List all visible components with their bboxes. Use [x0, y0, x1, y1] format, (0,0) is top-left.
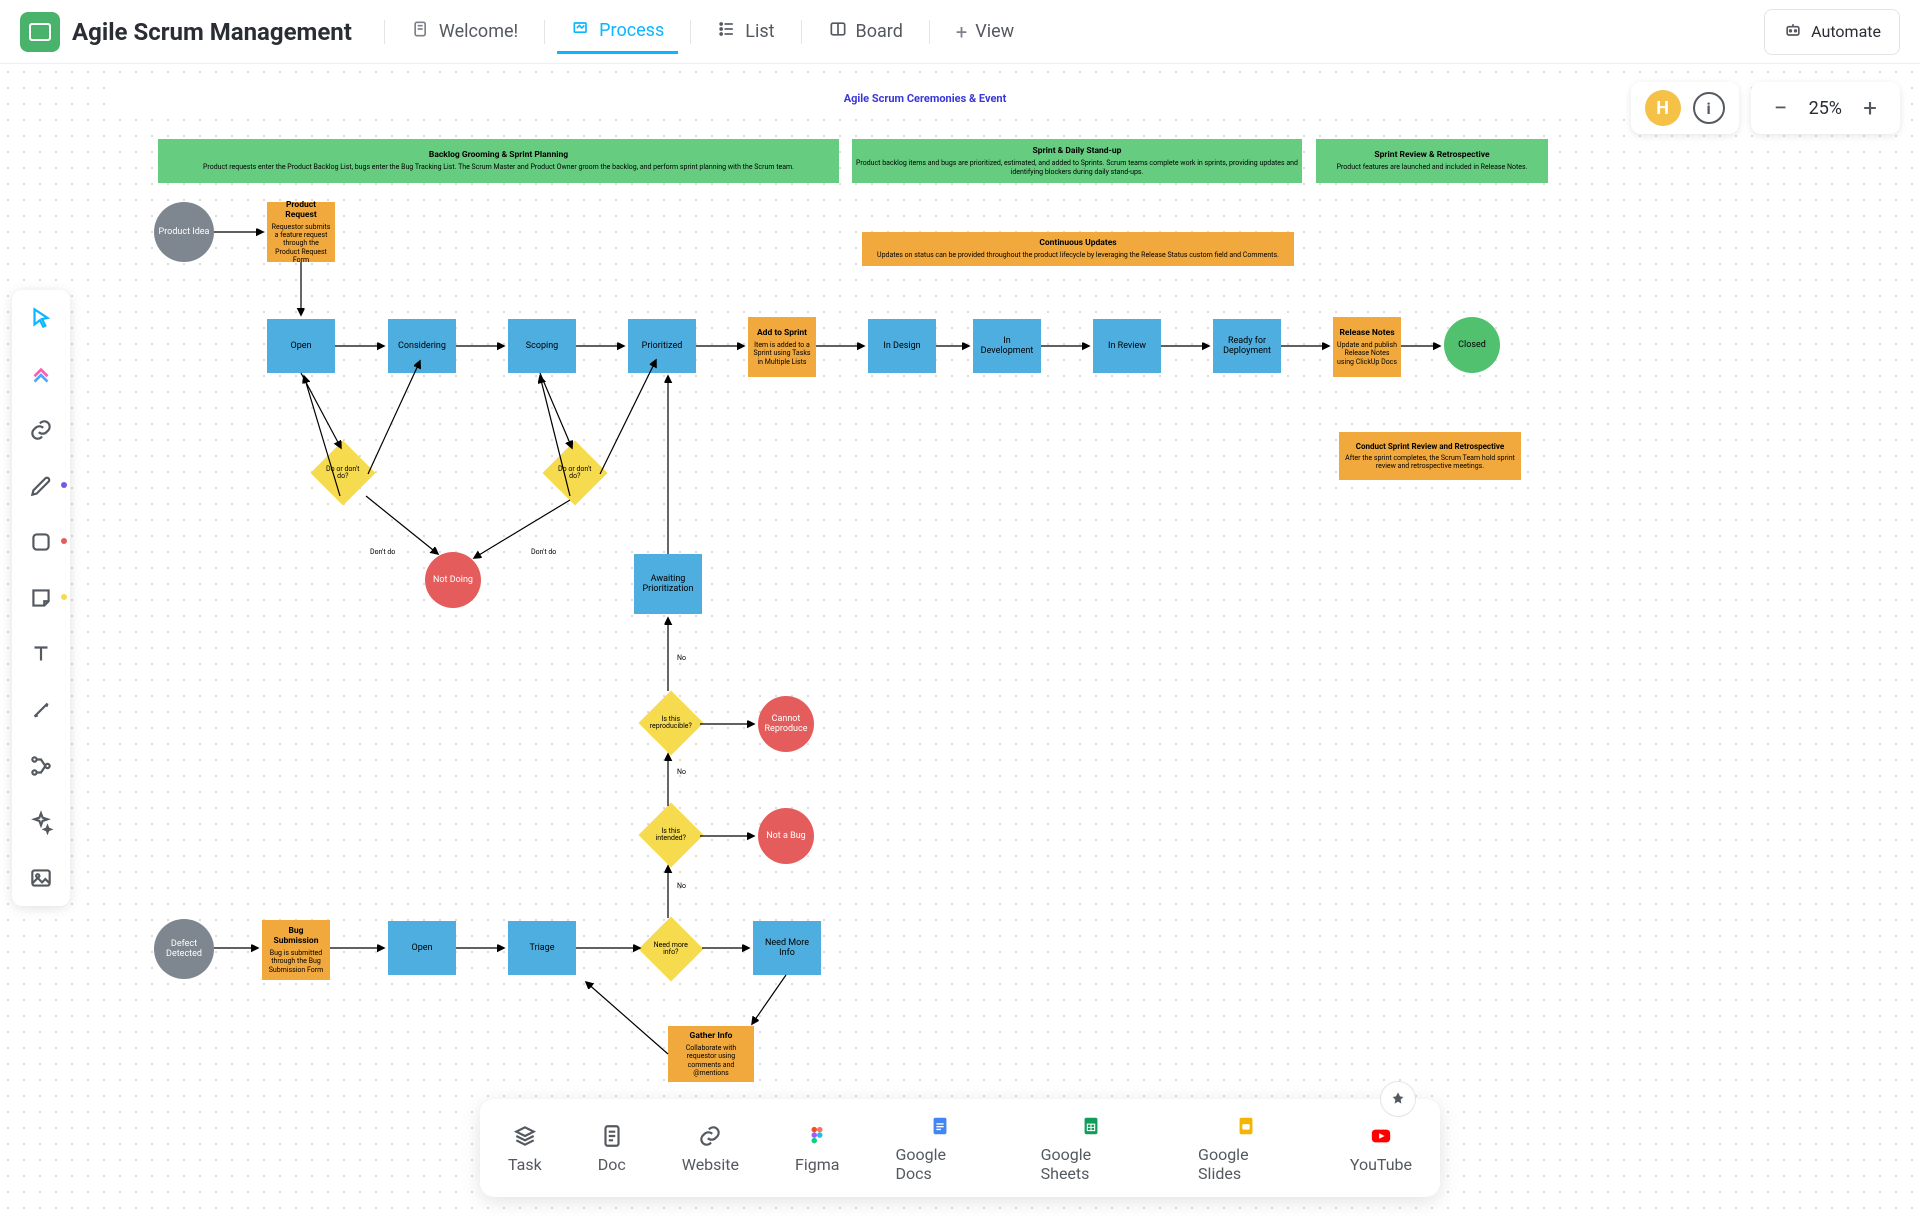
nav-label: Welcome!: [439, 21, 518, 42]
insert-toolbar: Task Doc Website Figma Google Docs Googl…: [480, 1099, 1440, 1197]
nav-board[interactable]: Board: [814, 11, 917, 52]
tools-toolbar: [12, 290, 70, 906]
gsheets-icon: [1078, 1113, 1104, 1139]
user-avatar[interactable]: H: [1645, 90, 1681, 126]
insert-task[interactable]: Task: [508, 1123, 542, 1174]
list-icon: [717, 19, 737, 44]
nav-label: Process: [599, 20, 664, 41]
automate-button[interactable]: Automate: [1764, 9, 1900, 55]
figma-icon: [804, 1123, 830, 1149]
task-icon: [512, 1123, 538, 1149]
board-icon: [828, 19, 848, 44]
zoom-in-button[interactable]: +: [1858, 94, 1882, 122]
clickup-tool[interactable]: [23, 356, 59, 392]
link-tool[interactable]: [23, 412, 59, 448]
plus-icon: +: [956, 20, 967, 44]
app-title: Agile Scrum Management: [72, 18, 352, 46]
gslides-icon: [1233, 1113, 1259, 1139]
zoom-out-button[interactable]: −: [1769, 94, 1793, 122]
image-tool[interactable]: [23, 860, 59, 896]
insert-gslides[interactable]: Google Slides: [1198, 1113, 1294, 1183]
flow-arrows: [0, 64, 1920, 1217]
pin-button[interactable]: [1380, 1081, 1416, 1117]
zoom-value[interactable]: 25%: [1809, 98, 1842, 119]
zoom-controls: − 25% +: [1751, 82, 1900, 134]
app-icon: [20, 12, 60, 52]
insert-website[interactable]: Website: [682, 1123, 739, 1174]
nav-list[interactable]: List: [703, 11, 788, 52]
nav-label: List: [745, 21, 774, 42]
document-pin-icon: [411, 19, 431, 44]
robot-icon: [1783, 20, 1803, 44]
insert-figma[interactable]: Figma: [795, 1123, 839, 1174]
cursor-tool[interactable]: [23, 300, 59, 336]
diagram-tool[interactable]: [23, 748, 59, 784]
insert-gdocs[interactable]: Google Docs: [895, 1113, 984, 1183]
insert-doc[interactable]: Doc: [598, 1123, 626, 1174]
automate-label: Automate: [1811, 22, 1881, 41]
text-tool[interactable]: [23, 636, 59, 672]
pen-tool[interactable]: [23, 468, 59, 504]
whiteboard-pin-icon: [571, 18, 591, 43]
gdocs-icon: [927, 1113, 953, 1139]
nav-add-view[interactable]: + View: [942, 12, 1028, 52]
sticky-tool[interactable]: [23, 580, 59, 616]
shape-tool[interactable]: [23, 524, 59, 560]
nav-label: View: [975, 21, 1014, 42]
nav-welcome[interactable]: Welcome!: [397, 11, 532, 52]
insert-gsheets[interactable]: Google Sheets: [1041, 1113, 1142, 1183]
youtube-icon: [1368, 1123, 1394, 1149]
whiteboard-canvas[interactable]: Agile Scrum Ceremonies & Event Backlog G…: [0, 64, 1920, 1217]
collaborators-group: H i: [1631, 82, 1739, 134]
nav-label: Board: [856, 21, 903, 42]
ai-tool[interactable]: [23, 804, 59, 840]
app-header: Agile Scrum Management Welcome! Process …: [0, 0, 1920, 64]
doc-icon: [599, 1123, 625, 1149]
insert-youtube[interactable]: YouTube: [1350, 1123, 1412, 1174]
connector-tool[interactable]: [23, 692, 59, 728]
info-icon[interactable]: i: [1693, 92, 1725, 124]
link-icon: [697, 1123, 723, 1149]
nav-process[interactable]: Process: [557, 10, 678, 54]
